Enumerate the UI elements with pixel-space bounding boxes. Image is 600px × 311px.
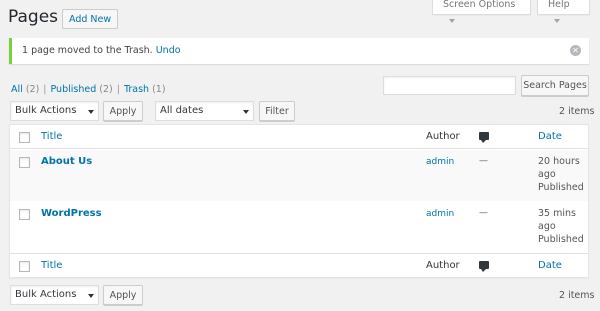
title-column-sort[interactable]: Title — [41, 131, 62, 142]
trash-notice: 1 page moved to the Trash. Undo ✕ — [9, 38, 589, 64]
date-cell: 20 hours ago Published — [538, 155, 584, 194]
search-input[interactable] — [383, 76, 516, 95]
bulk-actions-value: Bulk Actions — [15, 289, 77, 300]
screen-options-tab[interactable]: Screen Options — [432, 0, 531, 23]
filter-trash-link[interactable]: Trash (1) — [124, 84, 166, 95]
filter-published-link[interactable]: Published (2) — [50, 84, 112, 95]
row-checkbox[interactable] — [19, 157, 30, 168]
apply-button[interactable]: Apply — [103, 101, 143, 121]
table-header-row: Title Author Date — [10, 125, 588, 149]
dropdown-arrow-icon — [88, 294, 94, 298]
filter-all-link[interactable]: All (2) — [11, 84, 39, 95]
dropdown-arrow-icon — [88, 110, 94, 114]
pages-table: Title Author Date About Us admin — 20 ho… — [9, 124, 589, 278]
status-text: Published — [538, 182, 584, 193]
date-value: ago — [538, 169, 556, 180]
author-column-header: Author — [426, 260, 460, 271]
screen-options-label: Screen Options — [443, 0, 516, 10]
date-value: 35 mins — [538, 208, 576, 219]
caret-down-icon — [554, 18, 560, 23]
table-row: About Us admin — 20 hours ago Published — [10, 150, 588, 201]
page-title: Pages — [8, 7, 59, 27]
notice-message: 1 page moved to the Trash. — [22, 45, 153, 56]
bulk-actions-select[interactable]: Bulk Actions — [10, 101, 99, 121]
date-value: ago — [538, 221, 556, 232]
select-all-checkbox[interactable] — [19, 132, 30, 143]
apply-button[interactable]: Apply — [103, 285, 143, 305]
filter-button[interactable]: Filter — [259, 101, 295, 121]
status-filters: All (2) | Published (2) | Trash (1) — [11, 84, 166, 95]
add-new-button[interactable]: Add New — [62, 9, 119, 29]
title-column-sort[interactable]: Title — [41, 260, 62, 271]
table-row: WordPress admin — 35 mins ago Published — [10, 202, 588, 253]
dates-select[interactable]: All dates — [155, 101, 254, 121]
caret-down-icon — [449, 18, 455, 23]
dates-value: All dates — [160, 105, 204, 116]
author-link[interactable]: admin — [426, 209, 454, 219]
comment-bubble-icon[interactable] — [479, 261, 489, 272]
bulk-actions-select[interactable]: Bulk Actions — [10, 285, 99, 305]
author-link[interactable]: admin — [426, 157, 454, 167]
undo-link[interactable]: Undo — [156, 45, 181, 56]
dismiss-notice-icon[interactable]: ✕ — [570, 45, 581, 56]
comment-count: — — [479, 156, 488, 166]
items-count: 2 items — [559, 106, 595, 117]
date-column-sort[interactable]: Date — [538, 259, 562, 272]
search-pages-button[interactable]: Search Pages — [521, 75, 589, 96]
select-all-checkbox[interactable] — [19, 261, 30, 272]
table-footer-row: Title Author Date — [10, 253, 588, 278]
date-value: 20 hours — [538, 156, 580, 167]
row-checkbox[interactable] — [19, 209, 30, 220]
author-column-header: Author — [426, 131, 460, 142]
notice-text: 1 page moved to the Trash. Undo — [22, 45, 181, 56]
date-cell: 35 mins ago Published — [538, 207, 584, 246]
date-column-sort[interactable]: Date — [538, 130, 562, 143]
page-title-link[interactable]: WordPress — [41, 208, 102, 219]
comment-count: — — [479, 208, 488, 218]
bulk-actions-value: Bulk Actions — [15, 105, 77, 116]
page-title-link[interactable]: About Us — [41, 156, 92, 167]
help-label: Help — [548, 0, 570, 10]
help-tab[interactable]: Help — [537, 0, 590, 23]
items-count: 2 items — [559, 290, 595, 301]
comment-bubble-icon[interactable] — [479, 132, 489, 143]
dropdown-arrow-icon — [243, 110, 249, 114]
status-text: Published — [538, 234, 584, 245]
